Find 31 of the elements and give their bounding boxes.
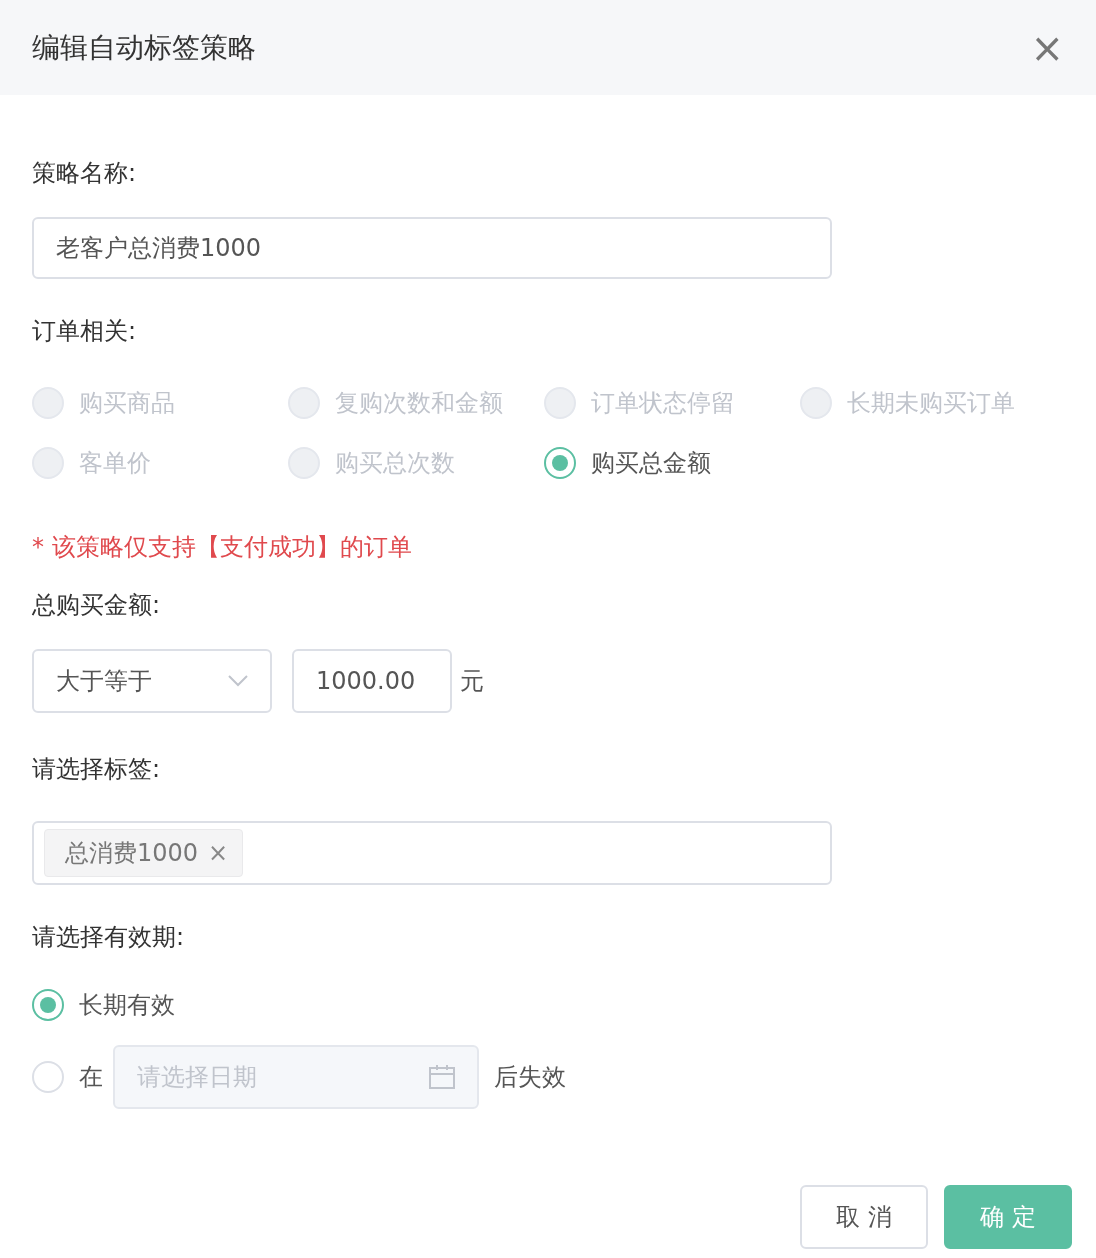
radio-label: 购买总次数: [335, 448, 455, 479]
radio-label: 客单价: [79, 448, 151, 479]
notice-text: * 该策略仅支持【支付成功】的订单: [32, 532, 413, 563]
close-button[interactable]: ×: [1030, 27, 1064, 68]
radio-label: 购买总金额: [591, 448, 711, 479]
confirm-button[interactable]: 确 定: [944, 1185, 1072, 1249]
tag-chip: 总消费1000 ×: [44, 829, 244, 877]
cancel-button[interactable]: 取 消: [800, 1185, 928, 1249]
radio-label: 订单状态停留: [591, 388, 735, 419]
radio-label: 长期未购买订单: [847, 388, 1015, 419]
field-label: 策略名称:: [32, 158, 138, 189]
unit-label: 元: [460, 666, 484, 697]
radio-label: 购买商品: [79, 388, 175, 419]
field-label: 总购买金额:: [32, 590, 162, 621]
name-input-field[interactable]: 老客户总消费1000: [32, 217, 832, 279]
radio-suffix: 后失效: [494, 1062, 566, 1093]
dialog-title: 编辑自动标签策略: [32, 29, 256, 66]
radio-button[interactable]: [32, 989, 64, 1021]
field-label: 请选择标签:: [32, 754, 162, 785]
field-label: 订单相关:: [32, 316, 138, 347]
amount-input-field[interactable]: 1000.00: [292, 649, 452, 713]
tag-select-field[interactable]: 总消费1000 ×: [32, 821, 832, 885]
radio-label: 在: [79, 1062, 103, 1093]
operator-dropdown[interactable]: 大于等于: [32, 649, 272, 713]
radio-label: 复购次数和金额: [335, 388, 503, 419]
radio-button[interactable]: [544, 447, 576, 479]
calendar-icon: [429, 1065, 455, 1089]
radio-label: 长期有效: [79, 990, 175, 1021]
chevron-down-icon: [228, 675, 248, 687]
field-label: 请选择有效期:: [32, 922, 186, 953]
remove-tag-button[interactable]: ×: [208, 839, 229, 867]
